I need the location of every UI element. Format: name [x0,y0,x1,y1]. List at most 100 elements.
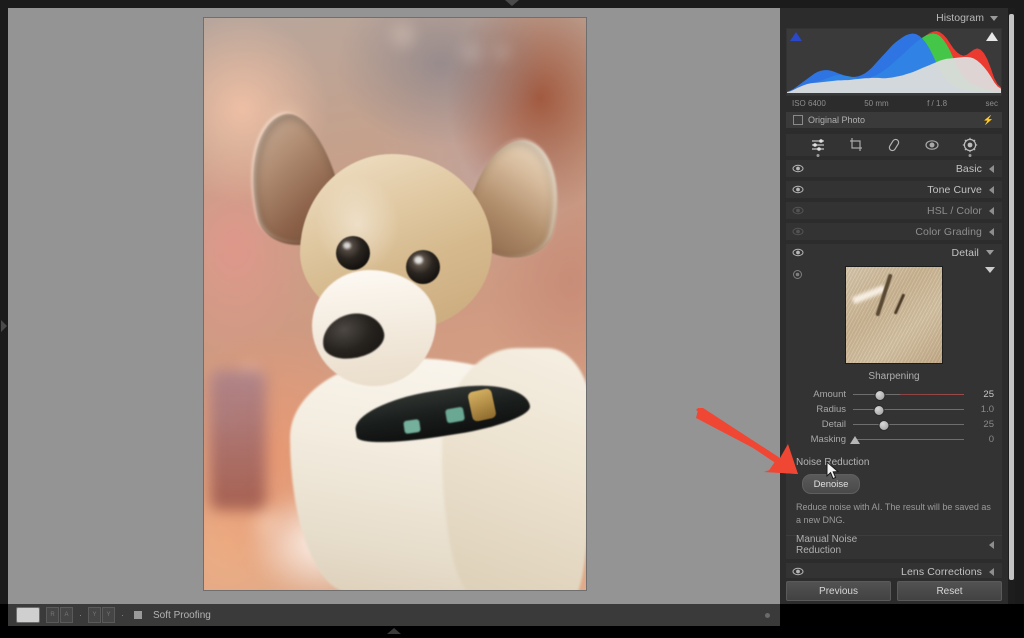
detail-preview-target-icon[interactable] [792,267,803,278]
shadow-clipping-indicator-icon[interactable] [790,32,802,41]
before-after-top-bottom-icon[interactable]: YY [88,607,115,623]
left-panel-expand-icon[interactable] [1,320,7,332]
slider-value[interactable]: 0 [970,434,994,445]
chevron-left-icon[interactable] [989,165,994,173]
slider-row-detail[interactable]: Detail 25 [786,417,1002,432]
slider-row-masking[interactable]: Masking 0 [786,432,1002,447]
toolbar-options-icon[interactable] [765,613,770,618]
panel-visibility-eye-icon[interactable] [792,160,804,178]
filmstrip-expand-icon[interactable] [387,628,401,634]
manual-noise-reduction-label: Manual Noise Reduction [796,534,893,556]
histogram-title: Histogram [936,12,984,24]
slider-label: Amount [792,389,846,400]
sharpening-slider-group: Amount 25 Radius 1.0 Detail 25 Masking 0 [786,387,1002,447]
detail-preview-area[interactable] [786,261,1002,369]
slider-value[interactable]: 25 [970,419,994,430]
detail-preview-thumbnail[interactable] [845,266,943,364]
slider-handle[interactable] [874,390,885,401]
soft-proofing-checkbox[interactable] [134,611,142,619]
top-panel-collapse-icon[interactable] [505,0,519,6]
detail-preview-hair-dark-2 [894,293,906,314]
histogram-chart[interactable] [786,28,1002,96]
panel-footer: Previous Reset [780,578,1008,604]
crop-icon[interactable] [848,137,864,153]
soft-proofing-label: Soft Proofing [153,610,211,621]
slider-handle[interactable] [873,405,884,416]
slider-label: Detail [792,419,846,430]
chevron-left-icon[interactable] [893,541,995,549]
slider-track-line [853,409,964,410]
highlight-clipping-indicator-icon[interactable] [986,32,998,41]
chevron-left-icon[interactable] [989,228,994,236]
loupe-view-icon[interactable] [16,607,40,623]
detail-preview-hair-dark [875,273,892,316]
manual-noise-reduction-header[interactable]: Manual Noise Reduction [786,535,1002,553]
dog-right-eye-highlight [414,256,423,264]
lightning-icon[interactable]: ⚡ [983,115,994,126]
panel-header-color-grading[interactable]: Color Grading [786,223,1002,240]
tool-active-dot [969,154,972,157]
sharpening-title: Sharpening [786,371,1002,382]
left-panel-strip[interactable] [0,8,8,604]
slider-handle[interactable] [879,420,890,431]
panel-visibility-eye-icon[interactable] [792,181,804,199]
original-photo-checkbox[interactable] [793,115,803,125]
panel-visibility-eye-icon[interactable] [792,244,804,262]
slider-track[interactable] [853,419,964,430]
before-after-left-right-icon[interactable]: RA [46,607,73,623]
image-canvas[interactable] [8,8,780,604]
edit-sliders-icon[interactable] [810,137,826,153]
panel-header-list: Basic Tone Curve HSL / Color Color Grading D… [780,160,1008,261]
panel-header-basic[interactable]: Basic [786,160,1002,177]
right-panel-strip[interactable] [1015,8,1024,604]
masking-icon[interactable] [962,137,978,153]
panel-header-label: HSL / Color [804,205,982,217]
mouse-cursor [826,461,840,486]
lightroom-develop-window: RA · YY · Soft Proofing Histogram ISO 64… [0,0,1024,638]
histogram-header[interactable]: Histogram [780,8,1008,28]
chevron-down-icon[interactable] [990,16,998,21]
detail-preview-collapse-icon[interactable] [985,267,995,273]
view-mode-separator-dot-2: · [121,610,124,620]
panel-visibility-eye-icon[interactable] [792,202,804,220]
slider-track-line [853,439,964,440]
slider-row-amount[interactable]: Amount 25 [786,387,1002,402]
dog-shoulder [442,348,586,590]
panel-header-tone-curve[interactable]: Tone Curve [786,181,1002,198]
slider-track[interactable] [853,404,964,415]
detail-panel-body: Sharpening Amount 25 Radius 1.0 Detail 25 Mask… [786,261,1002,559]
panel-header-detail[interactable]: Detail [786,244,1002,261]
slider-track[interactable] [853,389,964,400]
aperture-value: f / 1.8 [927,99,947,108]
slider-track-line [853,424,964,425]
slider-row-radius[interactable]: Radius 1.0 [786,402,1002,417]
panel-header-label: Tone Curve [804,184,982,196]
reset-button[interactable]: Reset [897,581,1002,601]
shutter-speed-value: sec [986,99,998,108]
iso-value: ISO 6400 [792,99,826,108]
panel-visibility-eye-icon[interactable] [792,223,804,241]
right-panel: Histogram ISO 6400 50 mm f / 1.8 sec Ori… [780,8,1008,604]
histogram-metadata: ISO 6400 50 mm f / 1.8 sec [792,99,998,108]
chevron-left-icon[interactable] [989,568,994,576]
dog-left-eye-highlight [343,242,351,249]
slider-track[interactable] [853,434,964,445]
slider-handle[interactable] [850,436,860,444]
chevron-down-icon[interactable] [986,250,994,255]
chevron-left-icon[interactable] [989,207,994,215]
slider-label: Radius [792,404,846,415]
photo-preview[interactable] [204,18,586,590]
slider-label: Masking [792,434,846,445]
denoise-description: Reduce noise with AI. The result will be… [796,501,992,527]
right-panel-scrollbar-thumb[interactable] [1009,14,1014,580]
healing-brush-icon[interactable] [886,137,902,153]
slider-value[interactable]: 1.0 [970,404,994,415]
red-eye-icon[interactable] [924,137,940,153]
chevron-left-icon[interactable] [989,186,994,194]
previous-button[interactable]: Previous [786,581,891,601]
slider-value[interactable]: 25 [970,389,994,400]
panel-header-hsl-color[interactable]: HSL / Color [786,202,1002,219]
focal-length-value: 50 mm [864,99,888,108]
original-photo-row[interactable]: Original Photo ⚡ [786,112,1002,128]
bottom-toolbar: RA · YY · Soft Proofing [8,604,780,626]
